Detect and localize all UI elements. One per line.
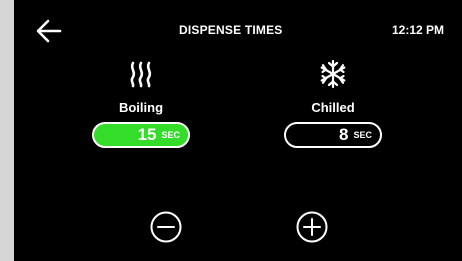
plus-circle-icon (296, 211, 328, 243)
decrease-button[interactable] (150, 211, 182, 243)
back-button[interactable] (34, 16, 64, 46)
dispense-times-screen: DISPENSE TIMES 12:12 PM Boiling 15 SEC C… (14, 0, 462, 261)
chilled-time-value: 8 (339, 125, 349, 144)
clock-time: 12:12 PM (391, 23, 444, 37)
chilled-time-selector[interactable]: 8 SEC (284, 122, 382, 148)
chilled-label: Chilled (311, 100, 355, 115)
chilled-mode: Chilled 8 SEC (268, 58, 398, 163)
boiling-label: Boiling (118, 100, 164, 115)
boiling-time-unit: SEC (161, 130, 180, 140)
arrow-left-icon (36, 19, 62, 43)
page-title: DISPENSE TIMES (179, 23, 283, 37)
chilled-time-unit: SEC (353, 130, 372, 140)
boiling-time-selector[interactable]: 15 SEC (92, 122, 190, 148)
steam-icon (76, 58, 206, 90)
boiling-mode: Boiling 15 SEC (76, 58, 206, 163)
minus-circle-icon (150, 211, 182, 243)
snowflake-icon (268, 58, 398, 90)
increase-button[interactable] (296, 211, 328, 243)
boiling-time-value: 15 (137, 125, 157, 144)
